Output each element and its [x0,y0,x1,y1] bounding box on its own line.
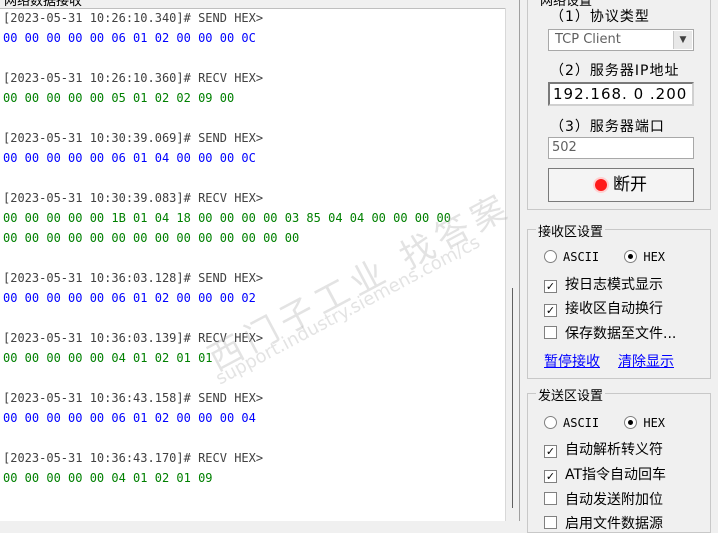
recv-hex-data: 00 00 00 00 00 00 00 00 00 00 00 00 00 0… [3,231,300,245]
recv-radio-ascii-label: ASCII [563,250,600,264]
log-timestamp: [2023-05-31 10:36:03.128]# SEND HEX> [3,271,264,285]
send-option-label: 自动解析转义符 [565,442,663,458]
recv-hex-data: 00 00 00 00 00 1B 01 04 18 00 00 00 00 0… [3,211,451,225]
send-option-append-bit[interactable]: 自动发送附加位 [544,489,663,509]
send-settings-title: 发送区设置 [536,385,606,404]
checkbox-checked-icon: ✓ [544,445,557,458]
recv-format-radios: ASCII HEX [544,250,683,264]
pause-receive-link[interactable]: 暂停接收 [544,351,600,371]
send-radio-hex[interactable]: HEX [624,416,665,430]
checkbox-checked-icon: ✓ [544,304,557,317]
radio-selected-icon [624,416,638,429]
checkbox-checked-icon: ✓ [544,470,557,483]
send-hex-data: 00 00 00 00 00 06 01 02 00 00 00 0C [3,31,256,45]
log-entry-send: [2023-05-31 10:36:03.128]# SEND HEX> 00 0… [0,268,506,308]
connection-status-icon [595,179,607,191]
server-port-input[interactable]: 502 [548,137,694,159]
recv-radio-hex-label: HEX [643,250,666,264]
send-option-label: AT指令自动回车 [565,467,667,483]
port-label: （3）服务器端口 [550,119,665,135]
send-format-radios: ASCII HEX [544,416,683,430]
recv-radio-hex[interactable]: HEX [624,250,665,264]
disconnect-button[interactable]: 断开 [548,168,694,202]
send-option-label: 自动发送附加位 [565,492,663,508]
log-timestamp: [2023-05-31 10:36:03.139]# RECV HEX> [3,331,264,345]
net-settings-group: 网络设置 （1）协议类型 TCP Client ▼ （2）服务器IP地址 192… [527,0,711,210]
checkbox-icon [544,326,557,339]
protocol-value: TCP Client [555,32,621,47]
log-timestamp: [2023-05-31 10:36:43.158]# SEND HEX> [3,391,264,405]
log-entry-send: [2023-05-31 10:26:10.340]# SEND HEX> 00 0… [0,8,506,48]
send-option-file-source[interactable]: 启用文件数据源 [544,513,663,533]
protocol-label: （1）协议类型 [550,9,650,25]
log-timestamp: [2023-05-31 10:36:43.170]# RECV HEX> [3,451,264,465]
recv-option-save-file[interactable]: 保存数据至文件... [544,323,676,343]
log-entry-recv: [2023-05-31 10:30:39.083]# RECV HEX> 00 0… [0,188,506,248]
log-entry-recv: [2023-05-31 10:36:43.170]# RECV HEX> 00 0… [0,448,506,488]
recv-hex-data: 00 00 00 00 00 04 01 02 01 01 [3,351,213,365]
recv-hex-data: 00 00 00 00 00 04 01 02 01 09 [3,471,213,485]
log-scrollbar[interactable] [505,8,519,521]
send-hex-data: 00 00 00 00 00 06 01 02 00 00 00 02 [3,291,256,305]
settings-panel: 网络设置 （1）协议类型 TCP Client ▼ （2）服务器IP地址 192… [523,0,718,533]
send-radio-hex-label: HEX [643,416,666,430]
recv-option-label: 按日志模式显示 [565,277,663,293]
send-radio-ascii-label: ASCII [563,416,600,430]
receive-log-area[interactable]: [2023-05-31 10:26:10.340]# SEND HEX> 00 0… [0,8,506,521]
send-option-label: 启用文件数据源 [565,516,663,532]
ip-label: （2）服务器IP地址 [550,63,680,79]
send-radio-ascii[interactable]: ASCII [544,416,599,430]
send-hex-data: 00 00 00 00 00 06 01 02 00 00 00 04 [3,411,256,425]
server-ip-input[interactable]: 192.168. 0 .200 [548,82,694,106]
log-timestamp: [2023-05-31 10:30:39.069]# SEND HEX> [3,131,264,145]
send-settings-group: 发送区设置 ASCII HEX ✓ 自动解析转义符 ✓ AT指令自动回车 自动发送附… [527,385,711,533]
recv-hex-data: 00 00 00 00 00 05 01 02 02 09 00 [3,91,235,105]
disconnect-label: 断开 [613,175,647,195]
recv-settings-title: 接收区设置 [536,221,606,240]
recv-settings-group: 接收区设置 ASCII HEX ✓ 按日志模式显示 ✓ 接收区自动换行 保存数据至文… [527,221,711,379]
send-option-at-cr[interactable]: ✓ AT指令自动回车 [544,464,666,484]
recv-option-auto-wrap[interactable]: ✓ 接收区自动换行 [544,298,663,318]
checkbox-icon [544,516,557,529]
log-timestamp: [2023-05-31 10:30:39.083]# RECV HEX> [3,191,264,205]
log-timestamp: [2023-05-31 10:26:10.340]# SEND HEX> [3,11,264,25]
log-scrollbar-track [512,288,513,508]
log-entry-recv: [2023-05-31 10:36:03.139]# RECV HEX> 00 0… [0,328,506,368]
checkbox-icon [544,492,557,505]
log-timestamp: [2023-05-31 10:26:10.360]# RECV HEX> [3,71,264,85]
radio-icon [544,416,557,429]
recv-option-log-mode[interactable]: ✓ 按日志模式显示 [544,274,663,294]
recv-option-label: 接收区自动换行 [565,301,663,317]
recv-option-label: 保存数据至文件... [565,326,677,342]
recv-radio-ascii[interactable]: ASCII [544,250,599,264]
send-hex-data: 00 00 00 00 00 06 01 04 00 00 00 0C [3,151,256,165]
log-entry-recv: [2023-05-31 10:26:10.360]# RECV HEX> 00 0… [0,68,506,108]
chevron-down-icon[interactable]: ▼ [673,31,692,49]
protocol-select[interactable]: TCP Client ▼ [548,29,694,51]
radio-selected-icon [624,250,638,263]
receive-log-panel: 网络数据接收 [2023-05-31 10:26:10.340]# SEND H… [0,0,520,521]
log-entry-send: [2023-05-31 10:36:43.158]# SEND HEX> 00 0… [0,388,506,428]
send-option-parse-escape[interactable]: ✓ 自动解析转义符 [544,439,663,459]
clear-display-link[interactable]: 清除显示 [618,351,674,371]
radio-icon [544,250,557,263]
log-entry-send: [2023-05-31 10:30:39.069]# SEND HEX> 00 0… [0,128,506,168]
checkbox-checked-icon: ✓ [544,280,557,293]
